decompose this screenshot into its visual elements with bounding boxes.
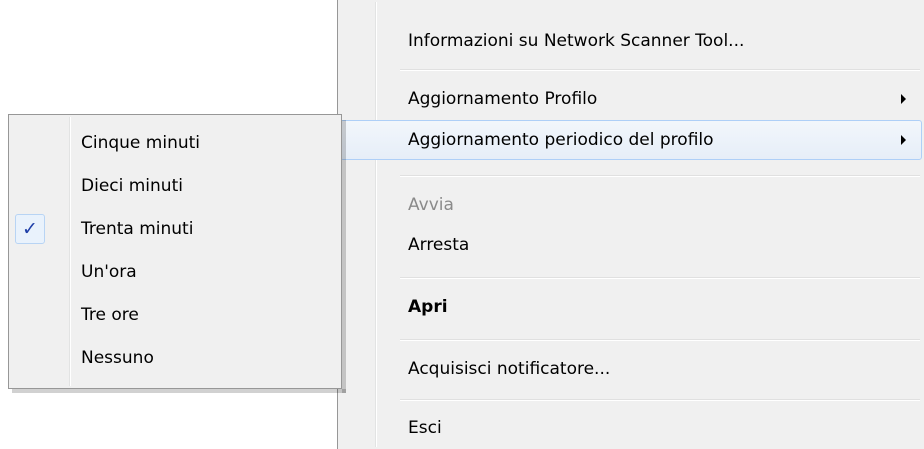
menu-item-exit[interactable]: Esci [340, 409, 922, 447]
submenu-item-five-minutes[interactable]: Cinque minuti [11, 123, 339, 163]
menu-item-label: Esci [408, 418, 442, 438]
menu-item-label: Informazioni su Network Scanner Tool... [408, 31, 745, 51]
submenu-arrow-icon [901, 135, 906, 145]
menu-item-open[interactable]: Apri [340, 288, 922, 326]
menu-separator [400, 175, 920, 177]
submenu-item-one-hour[interactable]: Un'ora [11, 252, 339, 292]
submenu-item-label: Cinque minuti [81, 133, 201, 153]
submenu-item-label: Trenta minuti [81, 219, 194, 239]
menu-item-profile-update[interactable]: Aggiornamento Profilo [340, 80, 922, 118]
menu-item-label: Apri [408, 297, 448, 317]
submenu-item-ten-minutes[interactable]: Dieci minuti [11, 166, 339, 206]
submenu-item-label: Un'ora [81, 262, 137, 282]
menu-separator [400, 69, 920, 71]
menu-item-periodic-profile-update[interactable]: Aggiornamento periodico del profilo [340, 120, 922, 160]
submenu-item-none[interactable]: Nessuno [11, 338, 339, 378]
checkmark-icon: ✓ [15, 214, 45, 244]
submenu-item-label: Nessuno [81, 348, 154, 368]
menu-item-label: Aggiornamento periodico del profilo [408, 130, 714, 150]
menu-separator [400, 399, 920, 401]
submenu-arrow-icon [901, 94, 906, 104]
submenu-shadow [12, 389, 346, 393]
submenu-item-label: Tre ore [81, 305, 139, 325]
menu-item-label: Arresta [408, 235, 470, 255]
submenu-item-three-hours[interactable]: Tre ore [11, 295, 339, 335]
menu-item-about[interactable]: Informazioni su Network Scanner Tool... [340, 22, 922, 60]
menu-item-stop[interactable]: Arresta [340, 226, 922, 264]
context-menu: Informazioni su Network Scanner Tool... … [337, 0, 924, 449]
submenu-shadow [342, 120, 346, 393]
menu-item-label: Aggiornamento Profilo [408, 89, 598, 109]
submenu-item-label: Dieci minuti [81, 176, 183, 196]
menu-item-start: Avvia [340, 186, 922, 224]
menu-separator [400, 339, 920, 341]
menu-item-label: Acquisisci notificatore... [408, 359, 611, 379]
refresh-interval-submenu: Cinque minuti Dieci minuti ✓ Trenta minu… [8, 114, 342, 389]
menu-item-acquire-notifier[interactable]: Acquisisci notificatore... [340, 350, 922, 388]
submenu-item-thirty-minutes[interactable]: ✓ Trenta minuti [11, 209, 339, 249]
menu-separator [400, 277, 920, 279]
menu-item-label: Avvia [408, 195, 454, 215]
